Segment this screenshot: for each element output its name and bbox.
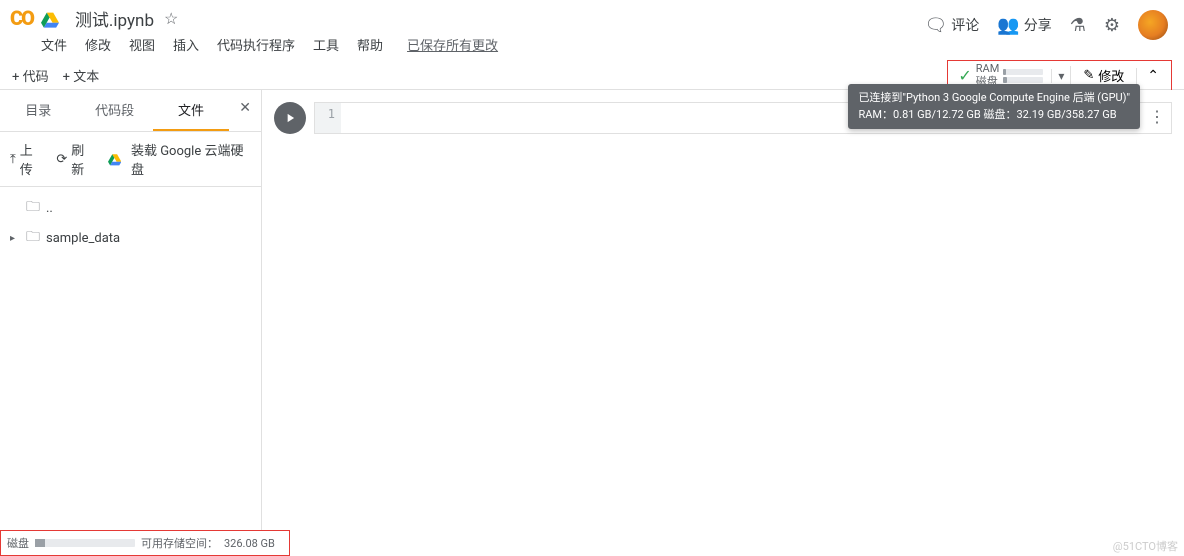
share-button[interactable]: 👥 分享 — [997, 15, 1051, 36]
run-button[interactable] — [274, 102, 306, 134]
autosave-status[interactable]: 已保存所有更改 — [407, 35, 498, 54]
sidebar: 目录 代码段 文件 ✕ ⤒ 上传 ⟳ 刷新 装载 Google 云端硬盘 — [0, 90, 262, 536]
cell-menu-icon[interactable]: ⋮ — [1149, 107, 1165, 126]
share-label: 分享 — [1024, 15, 1052, 35]
upload-button[interactable]: ⤒ 上传 — [10, 140, 44, 178]
tab-files[interactable]: 文件 — [153, 90, 229, 131]
flask-icon[interactable]: ⚗ — [1070, 15, 1086, 36]
colab-logo[interactable]: CO — [10, 6, 33, 30]
folder-icon: 🗀 — [26, 196, 40, 220]
collapse-button[interactable]: ⌃ — [1136, 68, 1169, 84]
edit-label: 修改 — [1098, 66, 1124, 85]
refresh-button[interactable]: ⟳ 刷新 — [56, 140, 95, 178]
tab-snippets[interactable]: 代码段 — [76, 90, 152, 131]
tree-item-label: sample_data — [46, 231, 120, 246]
add-text-button[interactable]: + 文本 — [63, 66, 100, 85]
title-block: 测试.ipynb ☆ 文件 修改 视图 插入 代码执行程序 工具 帮助 已保存所… — [41, 6, 498, 54]
upload-icon: ⤒ — [10, 152, 16, 167]
main: 1 ⋮ — [262, 90, 1184, 536]
tree-item-parent[interactable]: 🗀 .. — [10, 193, 251, 223]
header-right: 🗨 评论 👥 分享 ⚗ ⚙ — [924, 6, 1174, 40]
resource-tooltip: 已连接到"Python 3 Google Compute Engine 后端 (… — [848, 84, 1140, 129]
logo-area: CO — [10, 6, 41, 30]
tooltip-line2: RAM：0.81 GB/12.72 GB 磁盘：32.19 GB/358.27 … — [858, 107, 1130, 124]
tab-toc[interactable]: 目录 — [0, 90, 76, 131]
mount-label: 装载 Google 云端硬盘 — [131, 140, 251, 178]
gear-icon[interactable]: ⚙ — [1104, 15, 1120, 36]
disk-footer: 磁盘 可用存储空间： 326.08 GB — [0, 530, 290, 556]
star-icon[interactable]: ☆ — [164, 9, 178, 28]
menu-view[interactable]: 视图 — [129, 35, 155, 54]
folder-icon: 🗀 — [26, 226, 40, 250]
sidebar-close[interactable]: ✕ — [229, 90, 261, 131]
tree-item-sampledata[interactable]: ▸ 🗀 sample_data — [10, 223, 251, 253]
sidebar-tabs: 目录 代码段 文件 ✕ — [0, 90, 261, 132]
ram-bar — [1003, 69, 1043, 75]
sidebar-actions: ⤒ 上传 ⟳ 刷新 装载 Google 云端硬盘 — [0, 132, 261, 187]
mount-drive-button[interactable]: 装载 Google 云端硬盘 — [108, 140, 251, 178]
menu-edit[interactable]: 修改 — [85, 35, 111, 54]
check-icon: ✓ — [958, 66, 971, 85]
comment-button[interactable]: 🗨 评论 — [924, 15, 979, 36]
refresh-icon: ⟳ — [56, 152, 67, 167]
comment-icon: 🗨 — [924, 15, 947, 36]
body: 目录 代码段 文件 ✕ ⤒ 上传 ⟳ 刷新 装载 Google 云端硬盘 — [0, 90, 1184, 536]
menu-insert[interactable]: 插入 — [173, 35, 199, 54]
file-tree: 🗀 .. ▸ 🗀 sample_data — [0, 187, 261, 259]
drive-icon — [41, 10, 59, 28]
refresh-label: 刷新 — [71, 140, 95, 178]
watermark: @51CTO博客 — [1113, 538, 1178, 554]
disk-avail-label: 可用存储空间： — [141, 535, 218, 551]
resource-dropdown[interactable]: ▾ — [1051, 69, 1070, 83]
disk-usage-bar — [35, 539, 135, 547]
pencil-icon: ✎ — [1083, 68, 1094, 83]
caret-icon: ▸ — [10, 233, 20, 244]
disk-footer-label: 磁盘 — [7, 535, 29, 551]
menu-tools[interactable]: 工具 — [313, 35, 339, 54]
header: CO 测试.ipynb ☆ 文件 修改 视图 插入 代码执行程序 工具 帮助 已… — [0, 0, 1184, 62]
disk-avail-value: 326.08 GB — [224, 537, 275, 550]
avatar[interactable] — [1138, 10, 1168, 40]
menu-runtime[interactable]: 代码执行程序 — [217, 35, 295, 54]
menu-file[interactable]: 文件 — [41, 35, 67, 54]
notebook-title[interactable]: 测试.ipynb — [75, 6, 154, 31]
tree-item-label: .. — [46, 201, 53, 216]
menu-help[interactable]: 帮助 — [357, 35, 383, 54]
comment-label: 评论 — [951, 15, 979, 35]
line-gutter: 1 — [315, 103, 341, 133]
edit-button[interactable]: ✎ 修改 — [1070, 66, 1136, 85]
upload-label: 上传 — [20, 140, 45, 178]
menu-bar: 文件 修改 视图 插入 代码执行程序 工具 帮助 已保存所有更改 — [41, 35, 498, 54]
tooltip-line1: 已连接到"Python 3 Google Compute Engine 后端 (… — [858, 90, 1130, 107]
add-code-button[interactable]: + 代码 — [12, 66, 49, 85]
drive-icon — [108, 152, 121, 166]
disk-bar — [1003, 77, 1043, 83]
ram-label: RAM — [976, 63, 1000, 75]
share-icon: 👥 — [997, 15, 1019, 36]
